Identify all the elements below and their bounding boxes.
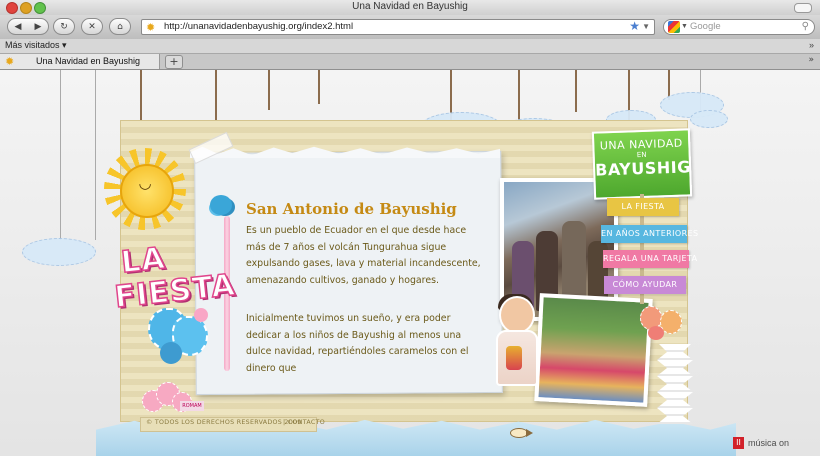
- hanging-string: [318, 70, 320, 104]
- intro-paragraph: Es un pueblo de Ecuador en el que desde …: [246, 225, 481, 286]
- footer-contact-group: | CONTACTO: [283, 419, 325, 426]
- search-icon[interactable]: ⚲: [802, 20, 809, 34]
- menu-item-la-fiesta[interactable]: LA FIESTA: [607, 198, 679, 216]
- back-button[interactable]: ◀: [8, 22, 28, 32]
- home-button[interactable]: ⌂: [109, 18, 131, 35]
- footer-copyright: © TODOS LOS DERECHOS RESERVADOS 2009: [146, 419, 302, 426]
- bookmark-star-icon[interactable]: ★: [629, 19, 640, 33]
- forward-button[interactable]: ▶: [28, 22, 48, 32]
- site-favicon-icon: ✹: [146, 22, 156, 34]
- bookmarks-bar: Más visitados ▾ »: [0, 39, 820, 54]
- tab-bar: ✹ Una Navidad en Bayushig + »: [0, 54, 820, 70]
- tabs-overflow-icon[interactable]: »: [808, 55, 814, 65]
- search-engine-dropdown-icon[interactable]: ▼: [681, 20, 688, 34]
- pause-icon[interactable]: II: [733, 437, 744, 449]
- reload-icon: ↻: [60, 21, 68, 32]
- fish-tail: [526, 429, 533, 437]
- page-title: San Antonio de Bayushig: [246, 200, 457, 218]
- search-input[interactable]: ▼ Google ⚲: [663, 19, 815, 35]
- fish-icon: [510, 428, 534, 438]
- hanging-string: [60, 70, 61, 240]
- reload-button[interactable]: ↻: [53, 18, 75, 35]
- butterfly-wing: [160, 342, 182, 364]
- contact-link[interactable]: CONTACTO: [288, 419, 325, 426]
- orange-butterfly-icon: [640, 306, 684, 344]
- hanging-string: [268, 70, 270, 110]
- stop-button[interactable]: ✕: [81, 18, 103, 35]
- copyright-text: © TODOS LOS DERECHOS RESERVADOS 2009: [146, 419, 302, 426]
- candy-bag: [506, 346, 522, 370]
- web-page: San Antonio de Bayushig Es un pueblo de …: [0, 70, 820, 456]
- site-logo[interactable]: UNA NAVIDAD EN BAYUSHIG: [591, 128, 693, 200]
- back-forward-group: ◀ ▶: [7, 18, 49, 35]
- child-photo-cutout: [492, 294, 538, 386]
- bookmark-most-visited[interactable]: Más visitados ▾: [5, 39, 67, 52]
- toolbar-toggle-button[interactable]: [794, 3, 812, 13]
- logo-line-3: BAYUSHIG: [594, 157, 692, 180]
- tab-active[interactable]: ✹ Una Navidad en Bayushig: [0, 54, 160, 69]
- blue-butterfly-icon: [140, 306, 214, 370]
- footer-separator: |: [283, 419, 286, 426]
- child-head: [499, 296, 535, 334]
- menu-item-anos-anteriores[interactable]: EN AÑOS ANTERIORES: [601, 225, 698, 243]
- google-logo-icon[interactable]: [668, 21, 680, 33]
- sticker-label: ROMAM: [180, 401, 204, 411]
- hanging-string: [575, 70, 577, 112]
- butterfly-wing: [194, 308, 208, 322]
- tab-label: Una Navidad en Bayushig: [36, 56, 141, 66]
- window-titlebar: Una Navidad en Bayushig: [0, 0, 820, 16]
- window-title: Una Navidad en Bayushig: [352, 1, 468, 12]
- url-text: http://unanavidadenbayushig.org/index2.h…: [164, 21, 354, 32]
- celebration-photo: [534, 293, 653, 407]
- music-toggle[interactable]: II música on: [733, 436, 789, 450]
- home-icon: ⌂: [117, 21, 123, 32]
- cloud-decoration: [690, 110, 728, 128]
- dream-paragraph: Inicialmente tuvimos un sueño, y era pod…: [246, 313, 469, 374]
- url-history-dropdown-icon[interactable]: ▼: [642, 20, 650, 34]
- sun-icon: ◡: [104, 148, 186, 230]
- navigation-toolbar: ◀ ▶ ↻ ✕ ⌂ ✹ http://unanavidadenbayushig.…: [0, 15, 820, 39]
- new-tab-button[interactable]: +: [165, 55, 183, 69]
- music-label[interactable]: música on: [748, 438, 789, 448]
- address-bar[interactable]: ✹ http://unanavidadenbayushig.org/index2…: [141, 19, 655, 35]
- blue-flower-icon: [210, 195, 232, 215]
- tab-favicon-icon: ✹: [5, 56, 15, 68]
- butterfly-wing: [648, 326, 664, 340]
- menu-item-regala-tarjeta[interactable]: REGALA UNA TARJETA: [603, 250, 697, 268]
- stop-icon: ✕: [88, 21, 96, 32]
- bookmarks-overflow-icon[interactable]: »: [809, 39, 814, 52]
- menu-item-como-ayudar[interactable]: CÓMO AYUDAR: [604, 276, 686, 294]
- cloud-decoration: [22, 238, 96, 266]
- hanging-string: [95, 70, 96, 240]
- sun-face: ◡: [138, 174, 152, 192]
- search-placeholder: Google: [690, 21, 721, 32]
